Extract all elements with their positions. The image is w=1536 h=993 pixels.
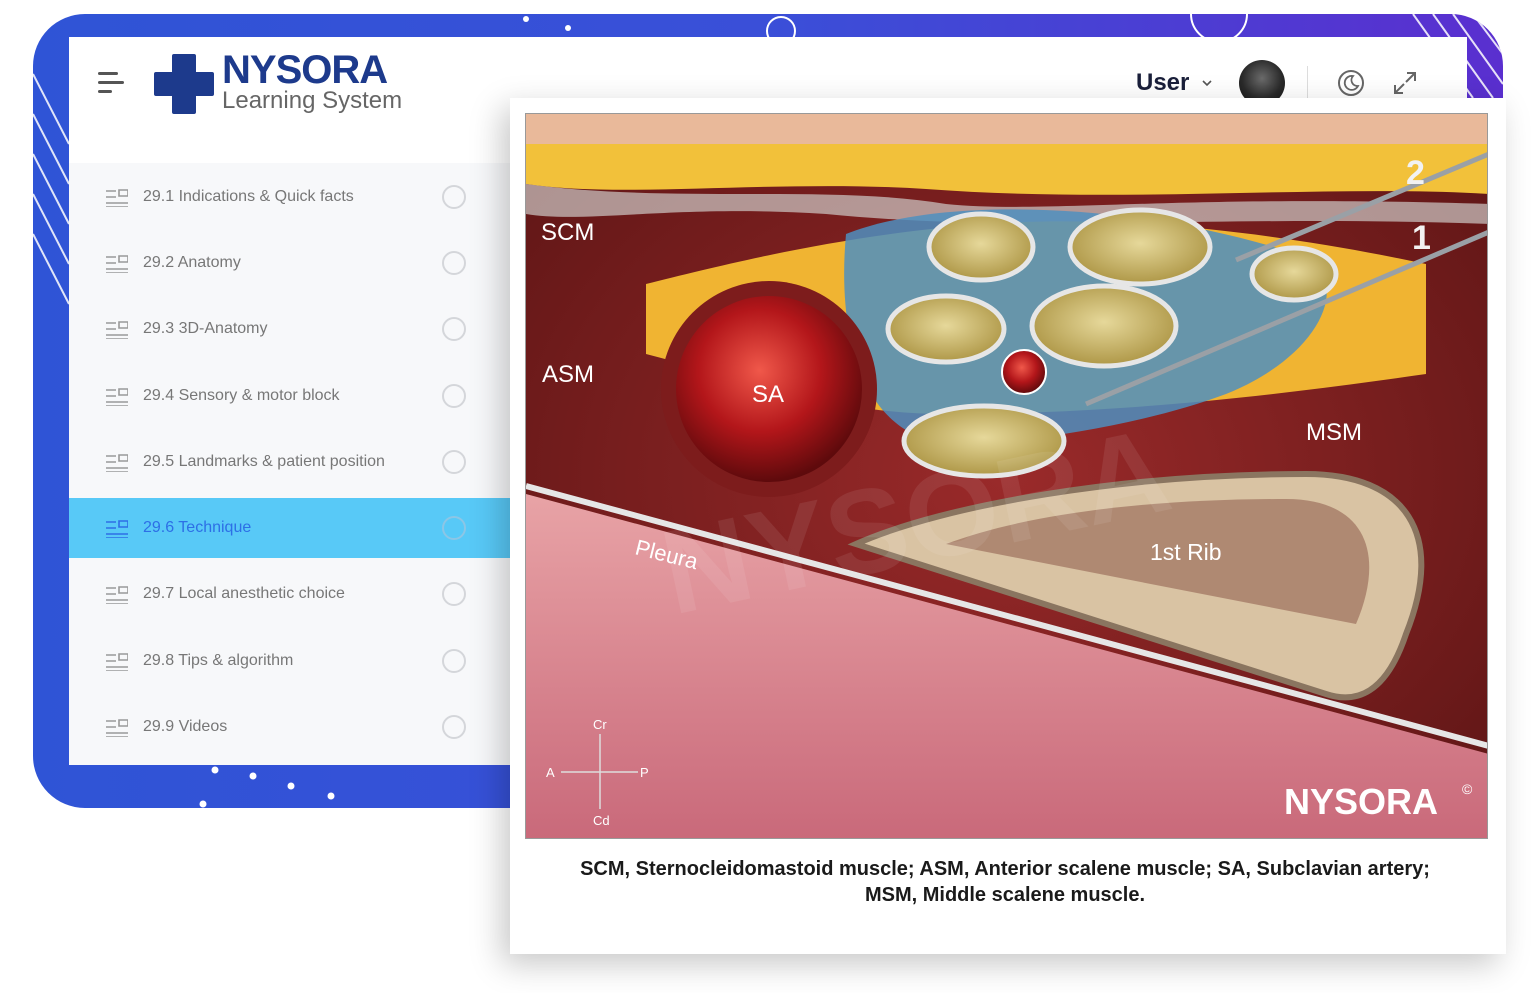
progress-circle [442, 450, 466, 474]
sidebar-item-label: 29.9 Videos [143, 718, 228, 735]
progress-circle [442, 251, 466, 275]
axis-label-a: A [546, 765, 555, 780]
sidebar-item-label: 29.5 Landmarks & patient position [143, 453, 385, 470]
list-icon [106, 255, 128, 273]
anatomy-illustration: NYSORA SCM ASM SA MSM Pleura 1st Rib 2 1… [525, 113, 1488, 839]
label-sa: SA [752, 381, 784, 408]
sidebar-item-3d-anatomy[interactable]: 29.3 3D-Anatomy [69, 299, 510, 359]
list-icon [106, 388, 128, 406]
sidebar-item-label: 29.6 Technique [143, 519, 252, 536]
sidebar-item-indications[interactable]: 29.1 Indications & Quick facts [69, 167, 510, 227]
sidebar-item-label: 29.1 Indications & Quick facts [143, 188, 354, 205]
menu-icon[interactable] [98, 72, 124, 94]
label-needle-2: 2 [1406, 154, 1425, 192]
chapter-sidebar: 29.1 Indications & Quick facts 29.2 Anat… [69, 163, 510, 765]
brand-subtitle: Learning System [222, 87, 403, 114]
list-icon [106, 454, 128, 472]
sidebar-item-sensory-motor[interactable]: 29.4 Sensory & motor block [69, 366, 510, 426]
caption-line-2: MSM, Middle scalene muscle. [864, 884, 1146, 906]
list-icon [106, 653, 128, 671]
copyright-mark: © [1462, 781, 1473, 797]
brand-name: NYSORA [222, 48, 388, 92]
sidebar-item-landmarks[interactable]: 29.5 Landmarks & patient position [69, 432, 510, 492]
label-msm: MSM [1306, 419, 1362, 446]
sidebar-item-label: 29.4 Sensory & motor block [143, 387, 340, 404]
axis-label-p: P [640, 765, 649, 780]
label-needle-1: 1 [1412, 219, 1431, 257]
sidebar-item-tips[interactable]: 29.8 Tips & algorithm [69, 631, 510, 691]
moon-icon[interactable] [1336, 68, 1366, 98]
axis-label-cd: Cd [593, 813, 610, 828]
sidebar-item-label: 29.7 Local anesthetic choice [143, 585, 345, 602]
progress-circle [442, 649, 466, 673]
caption-line-1: SCM, Sternocleidomastoid muscle; ASM, An… [580, 858, 1430, 880]
sidebar-item-anatomy[interactable]: 29.2 Anatomy [69, 233, 510, 293]
header-divider [1307, 66, 1308, 100]
label-first-rib: 1st Rib [1150, 539, 1222, 565]
fullscreen-icon[interactable] [1390, 68, 1420, 98]
sidebar-item-technique[interactable]: 29.6 Technique [69, 498, 510, 558]
progress-circle [442, 582, 466, 606]
progress-circle [442, 516, 466, 540]
user-name: User [1136, 69, 1190, 96]
chevron-down-icon [1202, 80, 1212, 87]
sidebar-item-local-anesthetic[interactable]: 29.7 Local anesthetic choice [69, 564, 510, 624]
sidebar-item-label: 29.2 Anatomy [143, 254, 241, 271]
figure-caption: SCM, Sternocleidomastoid muscle; ASM, An… [530, 856, 1480, 908]
label-scm: SCM [541, 219, 594, 246]
sidebar-item-label: 29.8 Tips & algorithm [143, 652, 294, 669]
progress-circle [442, 715, 466, 739]
figure-brand-logo: NYSORA [1284, 781, 1438, 822]
list-icon [106, 586, 128, 604]
brand-logo[interactable]: NYSORA Learning System [152, 48, 427, 118]
medical-cross-icon [154, 54, 214, 114]
list-icon [106, 321, 128, 339]
axis-label-cr: Cr [593, 717, 607, 732]
sidebar-item-label: 29.3 3D-Anatomy [143, 320, 268, 337]
progress-circle [442, 185, 466, 209]
progress-circle [442, 384, 466, 408]
list-icon [106, 189, 128, 207]
label-asm: ASM [542, 361, 594, 388]
list-icon [106, 520, 128, 538]
list-icon [106, 719, 128, 737]
sidebar-item-videos[interactable]: 29.9 Videos [69, 697, 510, 757]
progress-circle [442, 317, 466, 341]
